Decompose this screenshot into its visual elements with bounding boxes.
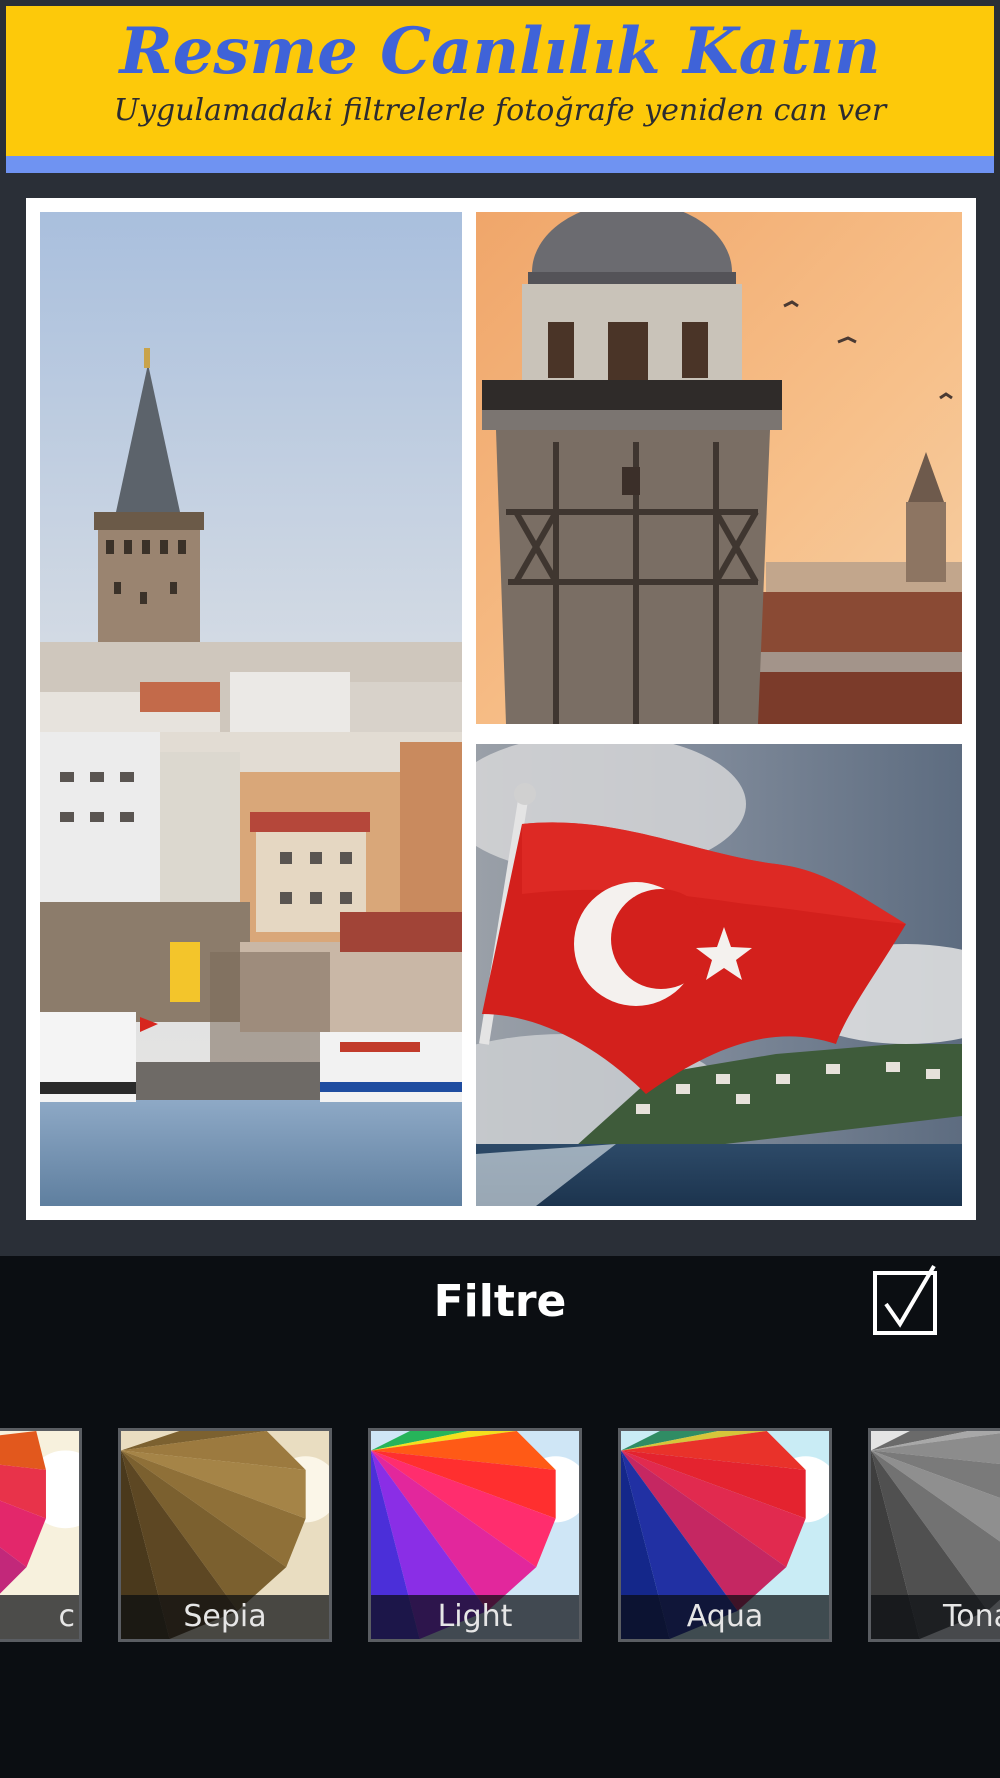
filter-thumb-aqua[interactable]: Aqua <box>618 1428 832 1642</box>
filter-label: Sepia <box>121 1595 329 1639</box>
filter-label: Aqua <box>621 1595 829 1639</box>
filter-label: c <box>0 1595 79 1639</box>
collage-photo-galata-tower[interactable] <box>40 212 462 1206</box>
filter-thumb-sepia[interactable]: Sepia <box>118 1428 332 1642</box>
collage-photo-tower-sunset[interactable] <box>476 212 962 724</box>
filter-list[interactable]: c Sepia Light Aqua Ton <box>0 1428 1000 1648</box>
filter-thumb-partial[interactable]: c <box>0 1428 82 1642</box>
filter-thumb-tona[interactable]: Tona <box>868 1428 1000 1642</box>
photo-collage[interactable] <box>26 198 976 1220</box>
filter-label: Tona <box>871 1595 1000 1639</box>
checkbox-check-icon[interactable] <box>872 1264 940 1336</box>
promo-banner: Resme Canlılık Katın Uygulamadaki filtre… <box>6 6 994 156</box>
filter-label: Light <box>371 1595 579 1639</box>
banner-stripe <box>6 156 994 173</box>
banner-title: Resme Canlılık Katın <box>119 14 881 89</box>
banner-subtitle: Uygulamadaki filtrelerle fotoğrafe yenid… <box>113 93 887 128</box>
filter-thumb-light[interactable]: Light <box>368 1428 582 1642</box>
filter-panel-title: Filtre <box>433 1276 567 1327</box>
collage-photo-turkish-flag[interactable] <box>476 744 962 1206</box>
